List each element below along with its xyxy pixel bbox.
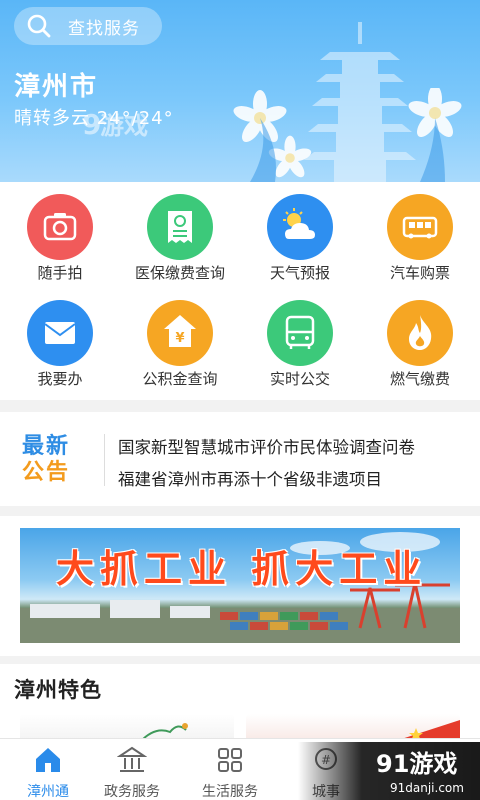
city-name: 漳州市 [14, 72, 99, 102]
government-icon [117, 746, 147, 772]
service-housing-fund[interactable]: ¥ 公积金查询 [120, 288, 240, 392]
fund-icon: ¥ [164, 315, 196, 347]
bus-icon [285, 315, 315, 349]
svg-text:¥: ¥ [175, 331, 184, 346]
promo-banner[interactable]: 大抓工业 抓大工业 [20, 528, 460, 643]
service-label: 我要办 [37, 370, 83, 388]
app-screen: 查找服务 漳州市 晴转多云 24°/24° 9 游戏 随手拍 医保缴费查询 天气… [0, 0, 480, 800]
notice-logo-line1: 最新 [22, 434, 71, 459]
svg-text:游戏: 游戏 [100, 112, 148, 140]
service-grid: 随手拍 医保缴费查询 天气预报 汽车购票 我要办 ¥ 公积金查询 实时公交 燃气… [0, 182, 480, 400]
service-label: 医保缴费查询 [134, 264, 225, 282]
service-snapshot[interactable]: 随手拍 [0, 182, 120, 286]
service-label: 公积金查询 [142, 370, 218, 388]
promo-banner-section: 大抓工业 抓大工业 [0, 516, 480, 656]
service-handle-affairs[interactable]: 我要办 [0, 288, 120, 392]
service-weather[interactable]: 天气预报 [240, 182, 360, 286]
bus-ticket-icon [402, 216, 438, 239]
latest-notice: 最新 公告 国家新型智慧城市评价市民体验调查问卷 福建省漳州市再添十个省级非遗项… [0, 412, 480, 506]
watermark-text: 91游戏 [376, 750, 457, 778]
nav-label: 政务服务 [104, 784, 160, 800]
watermark-logo: 9 游戏 [82, 108, 148, 141]
nav-government-services[interactable]: 政务服务 [84, 739, 180, 800]
service-label: 燃气缴费 [389, 370, 450, 388]
service-label: 随手拍 [37, 264, 83, 282]
nav-label: 漳州通 [27, 784, 69, 800]
banner-title: 大抓工业 抓大工业 [56, 547, 428, 591]
service-gas-payment[interactable]: 燃气缴费 [360, 288, 480, 392]
nav-label: 生活服务 [202, 784, 258, 800]
grid-icon [218, 748, 242, 772]
nav-home[interactable]: 漳州通 [0, 739, 96, 800]
camera-icon [43, 213, 77, 241]
header-banner: 查找服务 漳州市 晴转多云 24°/24° 9 游戏 [0, 0, 480, 182]
notice-item[interactable]: 国家新型智慧城市评价市民体验调查问卷 [118, 434, 415, 458]
notice-logo: 最新 公告 [22, 434, 86, 486]
search-label: 查找服务 [68, 18, 140, 39]
notice-item[interactable]: 福建省漳州市再添十个省级非遗项目 [118, 466, 382, 490]
search-icon [27, 14, 51, 38]
section-title: 漳州特色 [14, 678, 102, 702]
service-realtime-bus[interactable]: 实时公交 [240, 288, 360, 392]
service-medical-insurance[interactable]: 医保缴费查询 [120, 182, 240, 286]
service-label: 汽车购票 [389, 264, 450, 282]
envelope-icon [44, 322, 76, 344]
search-bar[interactable]: 查找服务 [14, 7, 162, 45]
watermark-url: 91danji.com [390, 781, 464, 795]
narcissus-flowers-illustration [233, 88, 462, 182]
svg-text:9: 9 [82, 108, 101, 141]
service-label: 天气预报 [269, 264, 330, 282]
zhangzhou-features: 漳州特色 [0, 664, 480, 744]
flame-icon [409, 315, 432, 350]
notice-divider [104, 434, 105, 486]
notice-logo-line2: 公告 [22, 460, 71, 485]
home-icon [36, 748, 60, 772]
receipt-icon [168, 211, 192, 243]
watermark-badge: 91游戏 91danji.com [298, 742, 480, 800]
nav-life-services[interactable]: 生活服务 [182, 739, 278, 800]
weather-icon [283, 208, 315, 239]
service-label: 实时公交 [269, 370, 330, 388]
service-bus-ticket[interactable]: 汽车购票 [360, 182, 480, 286]
